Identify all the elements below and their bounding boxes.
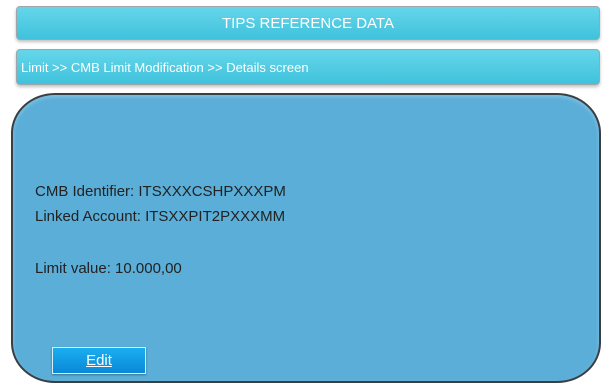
breadcrumb-text: Limit >> CMB Limit Modification >> Detai… — [21, 59, 309, 75]
details-panel — [11, 93, 601, 383]
page-title: TIPS REFERENCE DATA — [222, 14, 394, 32]
edit-button[interactable]: Edit — [52, 347, 146, 374]
cmb-identifier-field: CMB Identifier: ITSXXXCSHPXXXPM — [35, 183, 286, 200]
edit-button-label: Edit — [86, 352, 112, 369]
page-title-bar: TIPS REFERENCE DATA — [16, 6, 600, 40]
linked-account-field: Linked Account: ITSXXPIT2PXXXMM — [35, 208, 286, 225]
breadcrumb: Limit >> CMB Limit Modification >> Detai… — [16, 49, 600, 85]
limit-value-field: Limit value: 10.000,00 — [35, 260, 182, 277]
